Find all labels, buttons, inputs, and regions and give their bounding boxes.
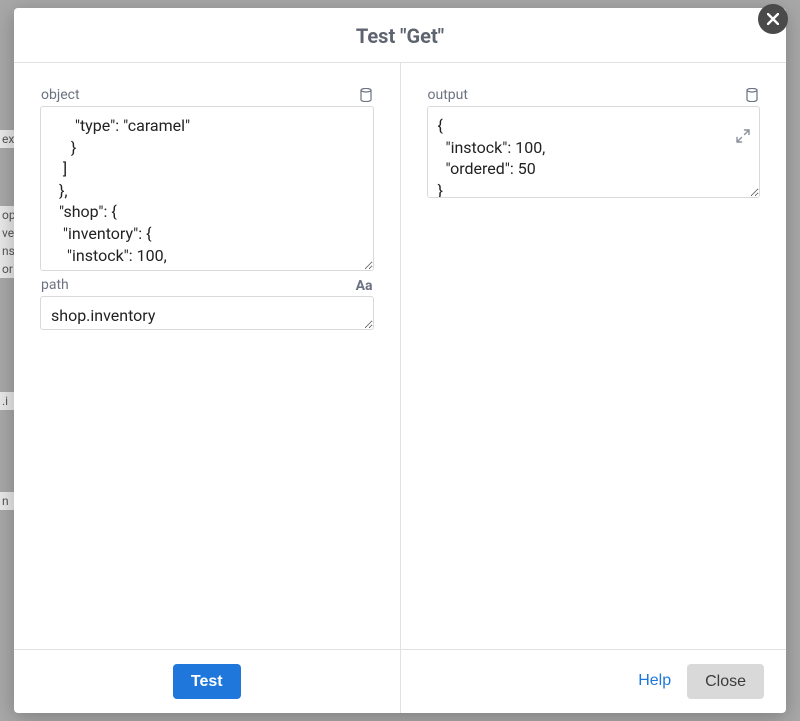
test-get-modal: Test "Get" object path Aa: [14, 8, 786, 713]
path-label: path: [41, 277, 69, 293]
modal-footer: Test Help Close: [14, 649, 786, 713]
help-link[interactable]: Help: [636, 668, 673, 694]
output-field-group: output: [427, 87, 761, 198]
output-label: output: [428, 87, 468, 103]
path-input[interactable]: [40, 296, 374, 330]
output-display[interactable]: [427, 106, 761, 198]
expand-icon[interactable]: [736, 129, 750, 143]
modal-header: Test "Get": [14, 8, 786, 63]
footer-right: Help Close: [401, 650, 787, 713]
modal-body: object path Aa output: [14, 63, 786, 649]
test-button[interactable]: Test: [173, 664, 241, 699]
modal-title: Test "Get": [14, 24, 786, 48]
object-label: object: [41, 87, 80, 103]
database-icon[interactable]: [745, 87, 759, 103]
object-field-group: object: [40, 87, 374, 271]
database-icon[interactable]: [359, 87, 373, 103]
input-pane: object path Aa: [14, 63, 401, 649]
object-input[interactable]: [40, 106, 374, 271]
text-case-icon[interactable]: Aa: [356, 279, 373, 293]
output-pane: output: [401, 63, 787, 649]
close-button[interactable]: Close: [687, 664, 764, 699]
path-field-group: path Aa: [40, 277, 374, 330]
close-icon: [767, 13, 779, 25]
modal-close-button[interactable]: [758, 4, 788, 34]
footer-left: Test: [14, 650, 401, 713]
